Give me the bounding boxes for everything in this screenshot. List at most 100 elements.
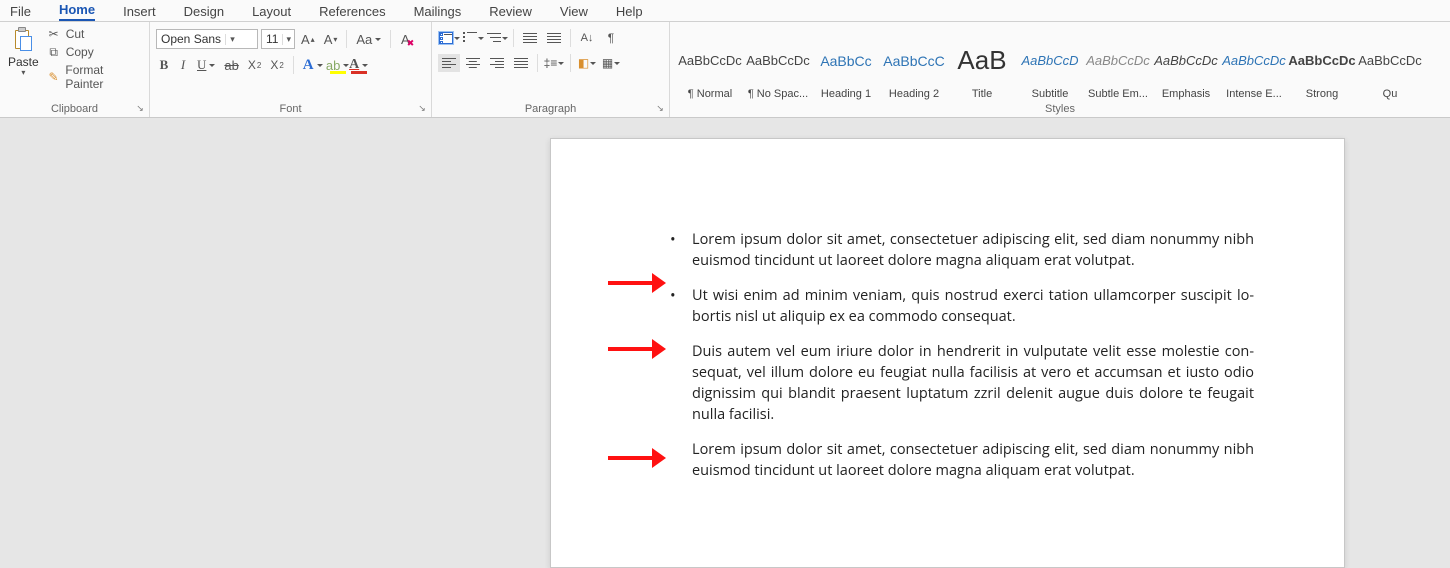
tab-layout[interactable]: Layout (252, 4, 291, 21)
list-item[interactable]: Duis autem vel eum iriure dolor in hendr… (666, 341, 1254, 425)
tab-mailings[interactable]: Mailings (414, 4, 462, 21)
tab-home[interactable]: Home (59, 2, 95, 21)
style-name: Strong (1306, 88, 1338, 100)
line-spacing-button[interactable]: ‡≡ (543, 54, 565, 72)
style--normal[interactable]: AaBbCcDc¶ Normal (676, 29, 744, 103)
tab-review[interactable]: Review (489, 4, 532, 21)
style-subtitle[interactable]: AaBbCcDSubtitle (1016, 29, 1084, 103)
underline-button[interactable]: U (194, 56, 218, 74)
align-right-button[interactable] (486, 54, 508, 72)
annotation-arrow (608, 273, 666, 293)
text-effects-button[interactable]: A (300, 56, 326, 74)
highlight-button[interactable]: ab (329, 56, 347, 74)
style-name: Heading 1 (821, 88, 871, 100)
strikethrough-button[interactable]: ab (221, 56, 241, 74)
copy-label: Copy (66, 45, 94, 59)
bullet-list-icon (439, 32, 453, 44)
multilevel-button[interactable] (486, 29, 508, 47)
multilevel-list-icon (487, 32, 501, 44)
style-name: Qu (1383, 88, 1398, 100)
style-preview: AaB (957, 33, 1006, 88)
paste-button[interactable]: Paste ▾ (6, 25, 45, 103)
style-subtle-em-[interactable]: AaBbCcDcSubtle Em... (1084, 29, 1152, 103)
tab-file[interactable]: File (10, 4, 31, 21)
style-name: Intense E... (1226, 88, 1282, 100)
style-name: Subtitle (1032, 88, 1069, 100)
style-qu[interactable]: AaBbCcDcQu (1356, 29, 1424, 103)
style-emphasis[interactable]: AaBbCcDcEmphasis (1152, 29, 1220, 103)
cut-label: Cut (66, 27, 85, 41)
borders-button[interactable]: ▦ (600, 54, 622, 72)
decrease-indent-button[interactable] (519, 29, 541, 47)
copy-button[interactable]: ⧉Copy (47, 45, 143, 59)
italic-button[interactable]: I (175, 56, 191, 74)
style-preview: AaBbCcC (883, 33, 944, 88)
align-center-button[interactable] (462, 54, 484, 72)
font-family-select[interactable]: Open Sans▾ (156, 29, 258, 49)
cut-button[interactable]: ✂Cut (47, 27, 143, 41)
style-heading-2[interactable]: AaBbCcCHeading 2 (880, 29, 948, 103)
increase-indent-button[interactable] (543, 29, 565, 47)
align-justify-button[interactable] (510, 54, 532, 72)
format-painter-label: Format Painter (65, 63, 143, 91)
style-title[interactable]: AaBTitle (948, 29, 1016, 103)
annotation-arrow (608, 339, 666, 359)
align-justify-icon (514, 58, 528, 69)
paragraph-launcher[interactable]: ↘ (654, 102, 666, 114)
chevron-down-icon: ▾ (282, 34, 294, 45)
ribbon: Paste ▾ ✂Cut ⧉Copy ✎Format Painter Clipb… (0, 22, 1450, 118)
paragraph-group-label: Paragraph (525, 103, 576, 115)
align-left-button[interactable] (438, 54, 460, 72)
clipboard-launcher[interactable]: ↘ (134, 102, 146, 114)
list-item[interactable]: Lorem ipsum dolor sit amet, consectetuer… (666, 229, 1254, 271)
indent-icon (547, 33, 561, 44)
superscript-button[interactable]: X2 (267, 56, 286, 74)
change-case-button[interactable]: Aa (353, 30, 384, 48)
font-size-select[interactable]: 11▾ (261, 29, 295, 49)
tab-insert[interactable]: Insert (123, 4, 156, 21)
annotation-arrow (608, 448, 666, 468)
style--no-spac-[interactable]: AaBbCcDc¶ No Spac... (744, 29, 812, 103)
document-canvas[interactable]: Lorem ipsum dolor sit amet, consectetuer… (0, 118, 1450, 565)
font-group-label: Font (279, 103, 301, 115)
format-painter-button[interactable]: ✎Format Painter (47, 63, 143, 91)
style-preview: AaBbCcDc (1154, 33, 1218, 88)
tab-references[interactable]: References (319, 4, 385, 21)
styles-gallery[interactable]: AaBbCcDc¶ NormalAaBbCcDc¶ No Spac...AaBb… (676, 25, 1444, 103)
chevron-down-icon: ▾ (225, 34, 239, 45)
font-launcher[interactable]: ↘ (416, 102, 428, 114)
shading-button[interactable]: ◧ (576, 54, 598, 72)
paste-icon (12, 27, 34, 53)
list-item[interactable]: Ut wisi enim ad minim veniam, quis nostr… (666, 285, 1254, 327)
bold-button[interactable]: B (156, 56, 172, 74)
grow-font-button[interactable]: A▴ (298, 30, 318, 48)
style-preview: AaBbCcDc (1086, 33, 1150, 88)
show-marks-button[interactable]: ¶ (600, 29, 622, 47)
numbering-button[interactable] (462, 29, 484, 47)
paste-dropdown-icon[interactable]: ▾ (21, 68, 25, 77)
style-name: Subtle Em... (1088, 88, 1148, 100)
tab-view[interactable]: View (560, 4, 588, 21)
style-preview: AaBbCc (820, 33, 871, 88)
bullets-button[interactable] (438, 29, 460, 47)
sort-button[interactable]: A↓ (576, 29, 598, 47)
font-color-button[interactable]: A (350, 56, 368, 74)
tab-design[interactable]: Design (184, 4, 224, 21)
style-name: ¶ Normal (688, 88, 732, 100)
style-strong[interactable]: AaBbCcDcStrong (1288, 29, 1356, 103)
style-heading-1[interactable]: AaBbCcHeading 1 (812, 29, 880, 103)
tab-help[interactable]: Help (616, 4, 643, 21)
outdent-icon (523, 33, 537, 44)
list-item[interactable]: Lorem ipsum dolor sit amet, consectetuer… (666, 439, 1254, 481)
document-page[interactable]: Lorem ipsum dolor sit amet, consectetuer… (550, 138, 1345, 568)
style-name: Heading 2 (889, 88, 939, 100)
clipboard-group-label: Clipboard (51, 103, 98, 115)
clear-format-button[interactable]: A✖ (397, 30, 413, 48)
subscript-button[interactable]: X2 (245, 56, 264, 74)
shrink-font-button[interactable]: A▾ (321, 30, 341, 48)
style-intense-e-[interactable]: AaBbCcDcIntense E... (1220, 29, 1288, 103)
group-font: Open Sans▾ 11▾ A▴ A▾ Aa A✖ B I U ab X2 X… (150, 22, 432, 117)
style-preview: AaBbCcDc (678, 33, 742, 88)
ribbon-tabs: File Home Insert Design Layout References Mail… (0, 0, 1450, 22)
paste-label: Paste (8, 55, 39, 69)
